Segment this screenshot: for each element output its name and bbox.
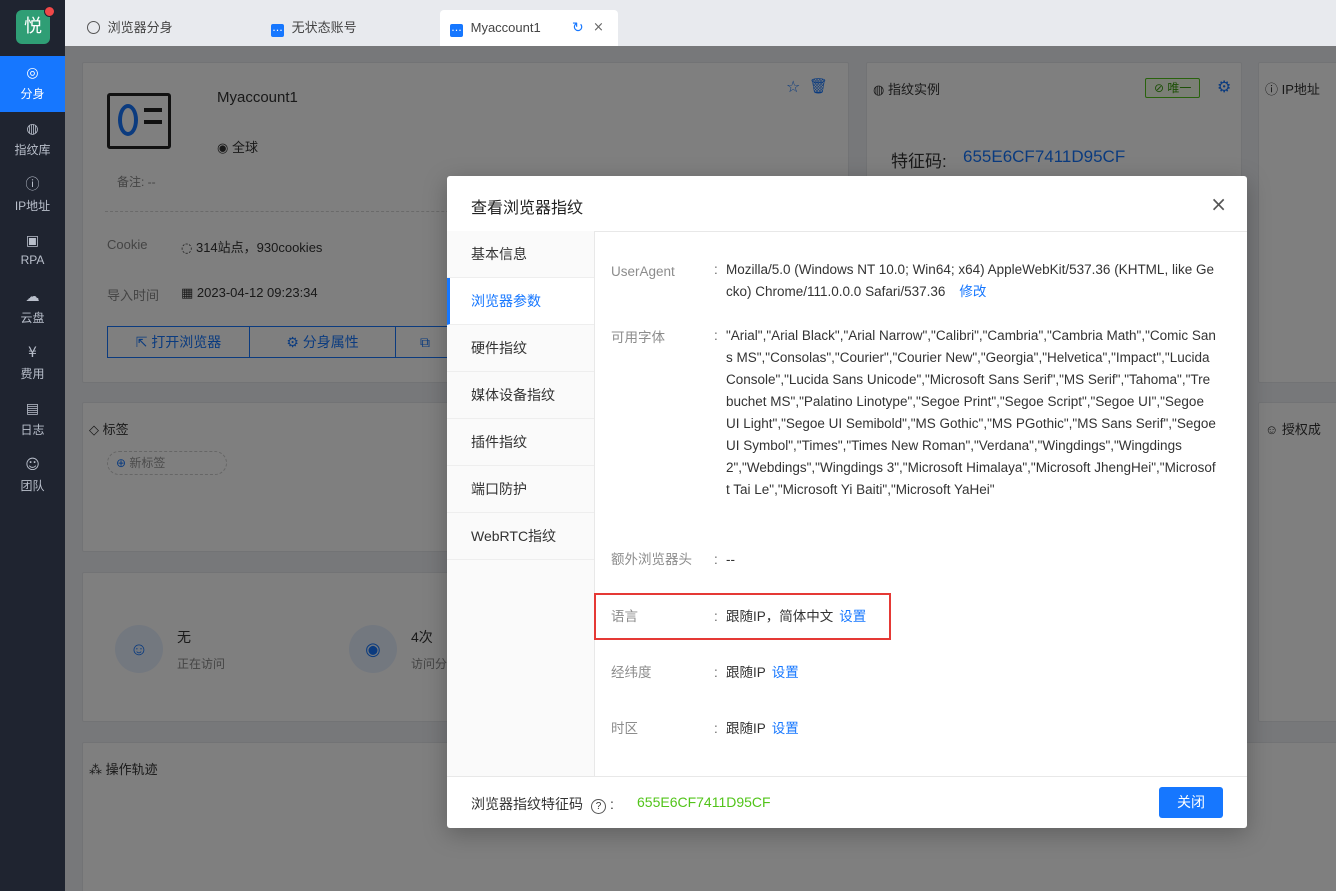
colon: : [714,552,718,567]
row-fonts: 可用字体 : "Arial","Arial Black","Arial Narr… [611,325,1231,525]
sidebar-item-cloud[interactable]: ☁ 云盘 [0,280,65,336]
close-icon[interactable]: × [1210,192,1227,216]
colon: : [610,796,614,812]
team-icon: ☺ [25,457,40,473]
help-icon[interactable]: ? [591,799,606,814]
refresh-icon[interactable]: ↻ [572,10,584,46]
modal-footer-divider [447,776,1247,777]
useragent-value: Mozilla/5.0 (Windows NT 10.0; Win64; x64… [726,259,1216,303]
ip-icon: ⓘ [25,177,40,193]
sidebar: 悦 ◎ 分身 ◍ 指纹库 ⓘ IP地址 ▣ RPA ☁ 云盘 ¥ 费用 ▤ 日志… [0,0,65,891]
sidebar-item-label: RPA [20,253,45,267]
sidebar-item-billing[interactable]: ¥ 费用 [0,336,65,392]
sidebar-item-label: 费用 [20,367,45,381]
geolocation-value: 跟随IP 设置 [726,662,1216,684]
close-tab-icon[interactable]: × [593,10,604,46]
fonts-value: "Arial","Arial Black","Arial Narrow","Ca… [726,328,1216,497]
menu-item-plugins[interactable]: 插件指纹 [447,419,594,466]
sidebar-item-label: 云盘 [20,311,45,325]
fonts-label: 可用字体 [611,330,665,345]
geolocation-text: 跟随IP [726,665,766,680]
tab-bar: 浏览器分身 ··· 无状态账号 ··· Myaccount1 ↻ × [65,0,1336,46]
set-timezone-link[interactable]: 设置 [772,721,799,736]
logo-text: 悦 [24,16,42,37]
sidebar-item-fingerprints[interactable]: ◍ 指纹库 [0,112,65,168]
yen-icon: ¥ [28,345,37,361]
cloud-icon: ☁ [25,289,40,305]
window-icon: ··· [450,24,463,37]
tab-label: 无状态账号 [291,20,357,35]
extra-headers-value: -- [726,552,735,567]
fingerprint-modal: 查看浏览器指纹 × 基本信息 浏览器参数 硬件指纹 媒体设备指纹 插件指纹 端口… [447,176,1247,828]
sidebar-item-rpa[interactable]: ▣ RPA [0,224,65,280]
window-icon: ··· [271,24,284,37]
chrome-icon: ◎ [26,65,39,81]
set-geolocation-link[interactable]: 设置 [772,665,799,680]
tab-label: Myaccount1 [470,20,541,35]
geolocation-label: 经纬度 [611,665,652,680]
colon: : [714,262,718,277]
tab-browser-profiles[interactable]: 浏览器分身 [77,10,247,46]
edit-useragent-link[interactable]: 修改 [959,284,986,299]
sidebar-item-team[interactable]: ☺ 团队 [0,448,65,504]
footer-label: 浏览器指纹特征码?: [471,794,614,814]
row-useragent: UserAgent : Mozilla/5.0 (Windows NT 10.0… [611,259,1231,305]
sidebar-item-label: 指纹库 [14,143,51,157]
fingerprint-icon: ◍ [26,121,39,137]
modal-content: UserAgent : Mozilla/5.0 (Windows NT 10.0… [596,231,1247,776]
extra-headers-label: 额外浏览器头 [611,552,692,567]
row-timezone: 时区 : 跟随IP 设置 [611,718,1231,740]
sidebar-item-logs[interactable]: ▤ 日志 [0,392,65,448]
tab-label: 浏览器分身 [107,20,173,35]
timezone-label: 时区 [611,721,638,736]
notification-dot [44,6,55,17]
colon: : [714,665,718,680]
row-extra-headers: 额外浏览器头 : -- [611,549,1231,571]
document-icon: ▤ [25,401,40,417]
sidebar-item-profiles[interactable]: ◎ 分身 [0,56,65,112]
sidebar-item-label: 团队 [20,479,45,493]
app-window: 悦 ◎ 分身 ◍ 指纹库 ⓘ IP地址 ▣ RPA ☁ 云盘 ¥ 费用 ▤ 日志… [0,0,1336,891]
timezone-text: 跟随IP [726,721,766,736]
modal-side-menu: 基本信息 浏览器参数 硬件指纹 媒体设备指纹 插件指纹 端口防护 WebRTC指… [447,231,595,776]
menu-item-basic-info[interactable]: 基本信息 [447,231,594,278]
sidebar-item-label: 日志 [20,423,45,437]
sidebar-item-ip[interactable]: ⓘ IP地址 [0,168,65,224]
colon: : [714,721,718,736]
sidebar-item-label: IP地址 [14,199,51,213]
robot-icon: ▣ [25,233,40,249]
footer-label-text: 浏览器指纹特征码 [471,796,583,812]
menu-item-webrtc[interactable]: WebRTC指纹 [447,513,594,560]
footer-feature-code: 655E6CF7411D95CF [637,794,771,810]
browser-icon [87,21,100,34]
row-geolocation: 经纬度 : 跟随IP 设置 [611,662,1231,684]
close-button[interactable]: 关闭 [1159,787,1223,818]
menu-item-hardware[interactable]: 硬件指纹 [447,325,594,372]
sidebar-item-label: 分身 [20,87,45,101]
tab-myaccount1[interactable]: ··· Myaccount1 ↻ × [440,10,618,46]
modal-title: 查看浏览器指纹 [471,200,584,217]
tab-stateless-accounts[interactable]: ··· 无状态账号 [261,10,431,46]
colon: : [714,328,718,343]
timezone-value: 跟随IP 设置 [726,718,1216,740]
useragent-label: UserAgent [611,264,675,279]
menu-item-browser-params[interactable]: 浏览器参数 [447,278,594,325]
app-logo: 悦 [16,6,55,44]
menu-item-media-devices[interactable]: 媒体设备指纹 [447,372,594,419]
highlight-box [594,593,891,640]
menu-item-port-protection[interactable]: 端口防护 [447,466,594,513]
